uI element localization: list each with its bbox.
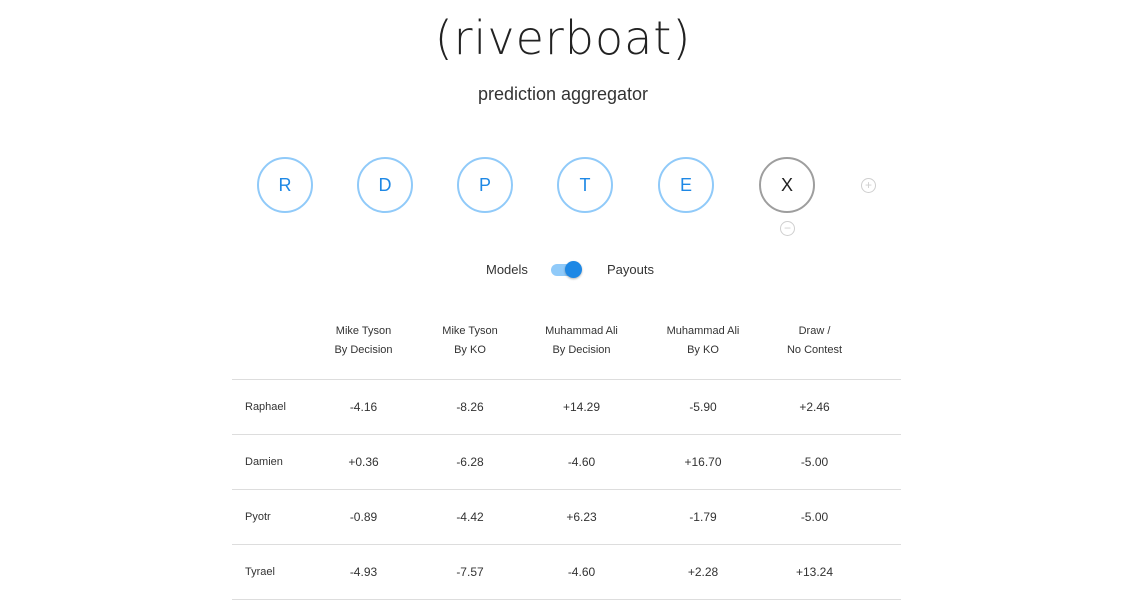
row-spacer: [866, 489, 901, 545]
view-toggle-switch[interactable]: [551, 261, 582, 278]
table-row: Pyotr -0.89 -4.42 +6.23 -1.79 -5.00: [232, 489, 901, 545]
row-spacer: [866, 434, 901, 490]
row-name: Pyotr: [232, 489, 307, 545]
payout-cell: -6.28: [420, 434, 520, 490]
toggle-knob[interactable]: [565, 261, 582, 278]
payout-cell: -4.42: [420, 489, 520, 545]
row-name: Raphael: [232, 379, 307, 435]
payout-cell: +14.29: [520, 379, 643, 435]
payout-cell: -4.93: [307, 544, 420, 600]
model-button-r[interactable]: R: [257, 157, 313, 213]
header-spacer: [866, 316, 901, 380]
column-header: Muhammad Ali By KO: [643, 316, 763, 380]
table-row: Tyrael -4.93 -7.57 -4.60 +2.28 +13.24: [232, 544, 901, 600]
row-spacer: [866, 544, 901, 600]
column-header: Muhammad Ali By Decision: [520, 316, 643, 380]
toggle-label-models: Models: [486, 262, 528, 277]
payouts-table: Mike Tyson By Decision Mike Tyson By KO Mu…: [232, 316, 901, 600]
app-subtitle: prediction aggregator: [477, 84, 649, 104]
page: (riverboat) prediction aggregator R D P …: [0, 0, 1126, 600]
column-header: Mike Tyson By Decision: [307, 316, 420, 380]
payout-cell: +2.28: [643, 544, 763, 600]
table-header-row: Mike Tyson By Decision Mike Tyson By KO Mu…: [232, 316, 901, 380]
row-name: Damien: [232, 434, 307, 490]
column-header: Mike Tyson By KO: [420, 316, 520, 380]
app-title: (riverboat): [434, 11, 692, 65]
payout-cell: -5.90: [643, 379, 763, 435]
payout-cell: -1.79: [643, 489, 763, 545]
payout-cell: -0.89: [307, 489, 420, 545]
toggle-label-payouts: Payouts: [607, 262, 654, 277]
payout-cell: +13.24: [763, 544, 866, 600]
model-button-d[interactable]: D: [357, 157, 413, 213]
table-row: Raphael -4.16 -8.26 +14.29 -5.90 +2.46: [232, 379, 901, 435]
model-button-x[interactable]: X: [759, 157, 815, 213]
header-empty: [232, 316, 307, 380]
minus-circle-icon[interactable]: −: [780, 221, 795, 236]
row-spacer: [866, 379, 901, 435]
payout-cell: -5.00: [763, 489, 866, 545]
payout-cell: -8.26: [420, 379, 520, 435]
payout-cell: -4.60: [520, 544, 643, 600]
model-button-p[interactable]: P: [457, 157, 513, 213]
payout-cell: +0.36: [307, 434, 420, 490]
model-selector: R D P T E X + −: [0, 157, 1126, 236]
payout-cell: +6.23: [520, 489, 643, 545]
payout-cell: +2.46: [763, 379, 866, 435]
view-toggle-row: Models Payouts: [0, 258, 1126, 282]
table-row: Damien +0.36 -6.28 -4.60 +16.70 -5.00: [232, 434, 901, 490]
column-header: Draw / No Contest: [763, 316, 866, 380]
payout-cell: -4.60: [520, 434, 643, 490]
model-button-e[interactable]: E: [658, 157, 714, 213]
payout-cell: -7.57: [420, 544, 520, 600]
payout-cell: -5.00: [763, 434, 866, 490]
payout-cell: +16.70: [643, 434, 763, 490]
plus-circle-icon[interactable]: +: [861, 178, 876, 193]
payout-cell: -4.16: [307, 379, 420, 435]
row-name: Tyrael: [232, 544, 307, 600]
model-button-t[interactable]: T: [557, 157, 613, 213]
